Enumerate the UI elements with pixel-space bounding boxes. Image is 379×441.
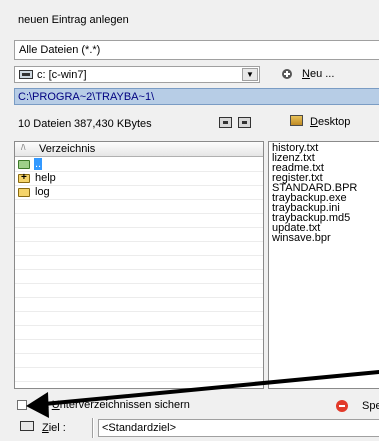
folder-view-icon[interactable]	[238, 117, 251, 128]
directory-panel[interactable]: /\ Verzeichnis .. help log	[14, 141, 264, 389]
directory-grid-line	[15, 368, 263, 382]
chevron-down-icon[interactable]: ▼	[242, 68, 258, 81]
directory-grid-line	[15, 340, 263, 354]
directory-item-label: ..	[34, 158, 43, 170]
directory-item-log[interactable]: log	[15, 186, 263, 200]
dialog-title-bar: neuen Eintrag anlegen	[0, 0, 379, 36]
file-list[interactable]: history.txt lizenz.txt readme.txt regist…	[268, 141, 379, 389]
target-field[interactable]: <Standardziel>	[98, 419, 379, 437]
stop-button-label: Spe	[362, 400, 379, 412]
drive-toggle-icon[interactable]	[219, 117, 232, 128]
directory-item-label: log	[35, 186, 50, 198]
directory-grid-line	[15, 312, 263, 326]
add-icon	[282, 69, 292, 79]
subfolders-checkbox[interactable]	[17, 400, 27, 410]
folder-icon	[18, 188, 30, 197]
directory-grid-line	[15, 298, 263, 312]
folder-open-icon	[20, 421, 34, 431]
desktop-button-label: Desktop	[310, 116, 351, 128]
file-filter-value: Alle Dateien (*.*)	[19, 44, 101, 56]
directory-grid-line	[15, 284, 263, 298]
drive-value: c: [c-win7]	[37, 69, 87, 81]
directory-item-help[interactable]: help	[15, 172, 263, 186]
directory-grid-line	[15, 200, 263, 214]
directory-grid-line	[15, 256, 263, 270]
drive-icon	[19, 70, 33, 79]
directory-header-label: Verzeichnis	[39, 143, 96, 155]
directory-grid-line	[15, 270, 263, 284]
folder-up-icon	[18, 160, 30, 169]
status-row: 10 Dateien 387,430 KBytes	[18, 118, 152, 130]
folder-plus-icon	[18, 172, 30, 183]
current-path: C:\PROGRA~2\TRAYBA~1\	[14, 88, 379, 105]
directory-grid-line	[15, 326, 263, 340]
sort-arrow-icon: /\	[21, 143, 26, 152]
desktop-icon	[290, 115, 303, 126]
directory-item-parent[interactable]: ..	[15, 158, 263, 172]
dialog-title: neuen Eintrag anlegen	[18, 14, 129, 26]
new-button-label: Neu ...	[302, 68, 335, 80]
divider	[92, 418, 94, 438]
directory-column-header[interactable]: /\ Verzeichnis	[15, 142, 263, 157]
subfolders-checkbox-label[interactable]: mit Unterverzeichnissen sichern	[34, 399, 190, 411]
total-size: 387,430 KBytes	[74, 118, 152, 130]
stop-icon	[336, 400, 348, 412]
directory-grid-line	[15, 228, 263, 242]
directory-grid-line	[15, 214, 263, 228]
file-item[interactable]: winsave.bpr	[272, 233, 331, 244]
file-count: 10 Dateien	[18, 118, 72, 130]
target-row: Ziel : <Standardziel>	[14, 418, 379, 438]
directory-item-label: help	[35, 172, 56, 184]
target-button-label: Ziel :	[42, 422, 66, 434]
target-button[interactable]: Ziel :	[18, 419, 86, 437]
drive-select[interactable]: c: [c-win7] ▼	[14, 66, 260, 83]
directory-grid-line	[15, 354, 263, 368]
file-filter-field[interactable]: Alle Dateien (*.*)	[14, 40, 379, 60]
directory-grid-line	[15, 242, 263, 256]
